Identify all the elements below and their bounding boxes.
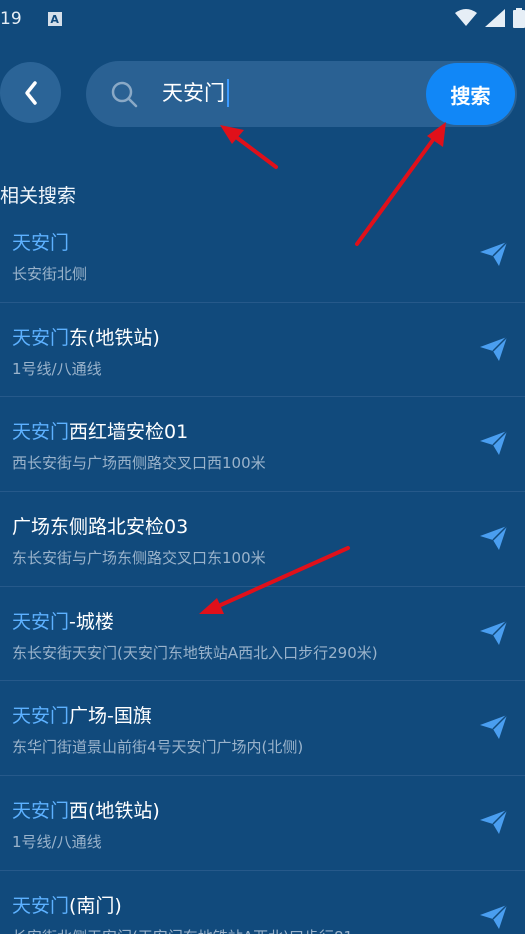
send-icon[interactable] — [480, 336, 507, 361]
result-subtitle: 东长安街天安门(天安门东地铁站A西北入口步行290米) — [12, 643, 378, 662]
send-icon[interactable] — [480, 431, 507, 456]
send-icon[interactable] — [480, 810, 507, 835]
search-input-value: 天安门 — [162, 81, 225, 105]
result-title-rest: 广场-国旗 — [69, 705, 152, 728]
list-item[interactable]: 天安门(南门) 长安街北侧天安门(天安门东地铁站A西北)口步行81 — [0, 871, 525, 934]
list-item[interactable]: 天安门东(地铁站) 1号线/八通线 — [0, 303, 525, 398]
result-title-rest: (南门) — [69, 894, 122, 917]
search-input[interactable]: 天安门 — [162, 78, 229, 108]
results-list: 天安门 长安街北侧 天安门东(地铁站) 1号线/八通线 天安门西红墙安检01 西… — [0, 208, 525, 934]
search-button[interactable]: 搜索 — [426, 63, 515, 125]
status-time: 19 — [0, 9, 22, 29]
annotation-arrow — [220, 125, 278, 169]
result-title: 天安门 — [12, 228, 69, 255]
result-title: 天安门西红墙安检01 — [12, 417, 188, 444]
chevron-left-icon — [24, 80, 37, 105]
result-title-highlight: 天安门 — [12, 610, 70, 633]
result-title: 广场东侧路北安检03 — [12, 512, 188, 539]
result-subtitle: 长安街北侧天安门(天安门东地铁站A西北)口步行81 — [12, 926, 353, 934]
result-title-highlight: 天安门 — [12, 894, 70, 917]
result-title-rest: 西红墙安检01 — [69, 421, 189, 444]
list-item[interactable]: 天安门西(地铁站) 1号线/八通线 — [0, 776, 525, 871]
result-title-rest: 西(地铁站) — [69, 800, 160, 823]
wifi-icon — [455, 9, 477, 26]
list-item[interactable]: 天安门 长安街北侧 — [0, 208, 525, 303]
result-subtitle: 东华门街道景山前街4号天安门广场内(北侧) — [12, 738, 304, 757]
search-icon — [111, 81, 138, 108]
status-bar: 19 A — [0, 0, 525, 38]
result-subtitle: 1号线/八通线 — [12, 359, 102, 378]
result-title-rest: 东(地铁站) — [69, 326, 160, 349]
result-subtitle: 东长安街与广场东侧路交叉口东100米 — [12, 549, 266, 568]
text-caret — [227, 79, 229, 107]
section-title: 相关搜索 — [0, 185, 77, 207]
list-item[interactable]: 天安门广场-国旗 东华门街道景山前街4号天安门广场内(北侧) — [0, 681, 525, 777]
battery-icon — [513, 8, 525, 28]
result-title: 天安门东(地铁站) — [12, 323, 160, 350]
result-title-highlight: 天安门 — [12, 705, 70, 728]
result-title: 天安门-城楼 — [12, 607, 114, 634]
result-subtitle: 1号线/八通线 — [12, 833, 102, 852]
result-title-rest: 广场东侧路北安检03 — [12, 516, 189, 539]
result-title: 天安门广场-国旗 — [12, 701, 152, 728]
send-icon[interactable] — [480, 526, 507, 551]
send-icon[interactable] — [480, 904, 507, 929]
list-item[interactable]: 天安门-城楼 东长安街天安门(天安门东地铁站A西北入口步行290米) — [0, 587, 525, 682]
send-icon[interactable] — [480, 715, 507, 740]
notification-icon: A — [47, 12, 62, 26]
result-title: 天安门西(地铁站) — [12, 796, 160, 823]
result-subtitle: 长安街北侧 — [12, 265, 88, 283]
result-title-highlight: 天安门 — [12, 800, 70, 823]
result-title-rest: -城楼 — [69, 610, 114, 633]
send-icon[interactable] — [480, 242, 507, 266]
send-icon[interactable] — [480, 620, 507, 645]
list-item[interactable]: 广场东侧路北安检03 东长安街与广场东侧路交叉口东100米 — [0, 492, 525, 587]
status-icons — [455, 8, 525, 28]
list-item[interactable]: 天安门西红墙安检01 西长安街与广场西侧路交叉口西100米 — [0, 397, 525, 493]
result-title: 天安门(南门) — [12, 891, 122, 918]
signal-icon — [485, 9, 505, 27]
result-title-highlight: 天安门 — [12, 232, 70, 254]
back-button[interactable] — [0, 62, 61, 123]
result-title-highlight: 天安门 — [12, 421, 70, 444]
result-title-highlight: 天安门 — [12, 326, 70, 349]
result-subtitle: 西长安街与广场西侧路交叉口西100米 — [12, 454, 266, 473]
